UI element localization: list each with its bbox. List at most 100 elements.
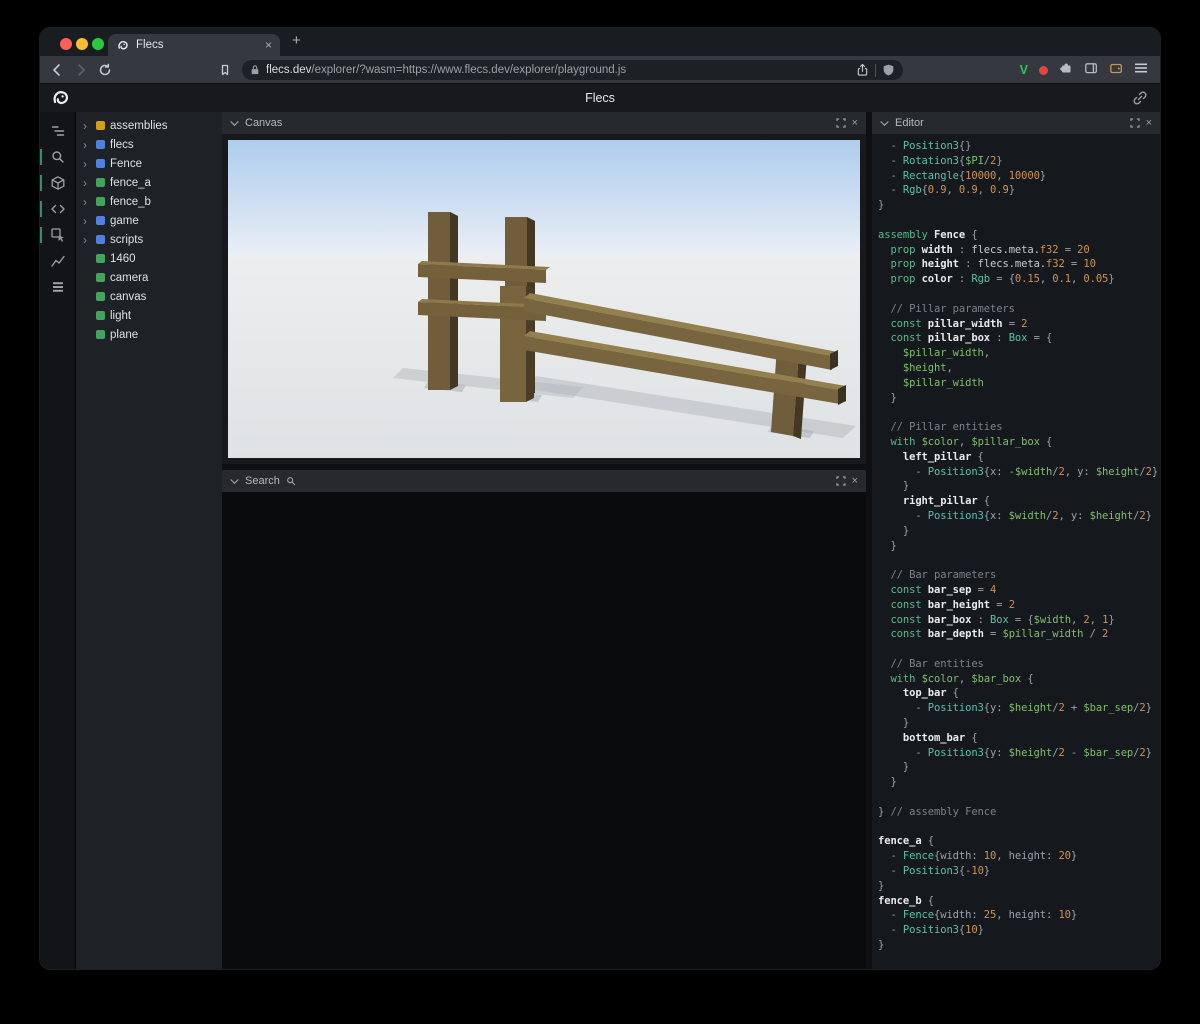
- code-line: - Fence{width: 10, height: 20}: [878, 850, 1078, 863]
- wallet-icon[interactable]: [1109, 61, 1123, 80]
- chevron-right-icon[interactable]: ›: [83, 215, 91, 227]
- tree-item-canvas[interactable]: canvas: [76, 287, 222, 306]
- menu-icon[interactable]: [1134, 61, 1148, 79]
- tab-title: Flecs: [136, 39, 164, 51]
- code-line: - Position3{}: [878, 140, 972, 152]
- chevron-down-icon[interactable]: [880, 120, 889, 127]
- code-line: const bar_depth = $pillar_width / 2: [890, 628, 1109, 641]
- tree-item-label: Fence: [110, 157, 142, 170]
- tree-item-fence_a[interactable]: › fence_a: [76, 173, 222, 192]
- app-content: › assemblies › flecs › Fence › fence_a › fence_b ›…: [40, 112, 1160, 969]
- tree-item-scripts[interactable]: › scripts: [76, 230, 222, 249]
- canvas-panel-body: [222, 134, 866, 464]
- chevron-right-icon[interactable]: ›: [83, 120, 91, 132]
- tree-item-label: plane: [110, 328, 139, 341]
- code-line: // Pillar parameters: [878, 302, 1015, 315]
- code-line: }: [878, 539, 897, 552]
- record-dot-icon[interactable]: [1039, 65, 1048, 75]
- chart-icon[interactable]: [40, 248, 76, 274]
- code-line: }: [878, 199, 885, 212]
- editor-panel-header: Editor ×: [872, 112, 1160, 134]
- tab-flecs[interactable]: Flecs ×: [108, 34, 280, 56]
- browser-window: Flecs × + flecs.dev/explorer/?wasm=https…: [40, 28, 1160, 969]
- tree-item-1460[interactable]: 1460: [76, 249, 222, 268]
- code-line: $pillar_width,: [902, 347, 991, 360]
- chevron-right-icon[interactable]: ›: [83, 196, 91, 208]
- chevron-down-icon[interactable]: [230, 478, 239, 485]
- fullscreen-icon[interactable]: [835, 118, 846, 128]
- code-line: top_bar {: [902, 687, 959, 700]
- tab-close-icon[interactable]: ×: [265, 39, 272, 51]
- entity-color-square: [96, 178, 105, 187]
- window-close-button[interactable]: [60, 38, 72, 50]
- toolbar-extensions: V: [1020, 60, 1148, 80]
- forward-button[interactable]: [72, 61, 90, 79]
- fullscreen-icon[interactable]: [1129, 118, 1140, 128]
- extensions-puzzle-icon[interactable]: [1059, 61, 1073, 80]
- chevron-right-icon[interactable]: ›: [83, 177, 91, 189]
- memory-icon[interactable]: [40, 274, 76, 300]
- tree-item-label: fence_a: [110, 176, 151, 189]
- code-line: fence_b {: [878, 894, 935, 907]
- tree-item-camera[interactable]: camera: [76, 268, 222, 287]
- code-line: }: [878, 717, 910, 730]
- tree-item-assemblies[interactable]: › assemblies: [76, 116, 222, 135]
- share-icon[interactable]: [856, 63, 869, 77]
- chevron-right-icon[interactable]: ›: [83, 234, 91, 246]
- chevron-down-icon[interactable]: [230, 120, 239, 127]
- shield-icon[interactable]: [882, 63, 895, 77]
- tree-item-game[interactable]: › game: [76, 211, 222, 230]
- window-zoom-button[interactable]: [92, 38, 104, 50]
- code-line: const bar_sep = 4: [890, 583, 997, 596]
- code-line: // Bar parameters: [878, 569, 997, 582]
- share-link-icon[interactable]: [1132, 90, 1148, 111]
- search-icon[interactable]: [40, 144, 76, 170]
- editor-panel-title: Editor: [895, 117, 924, 129]
- chevron-right-icon[interactable]: ›: [83, 139, 91, 151]
- code-line: - Position3{-10}: [878, 865, 991, 878]
- close-icon[interactable]: ×: [852, 117, 858, 129]
- tree-item-fence_b[interactable]: › fence_b: [76, 192, 222, 211]
- code-line: fence_a {: [878, 835, 935, 848]
- left-toolbar: [40, 112, 76, 969]
- tree-item-label: fence_b: [110, 195, 151, 208]
- tree-item-light[interactable]: light: [76, 306, 222, 325]
- canvas-3d-view[interactable]: [228, 140, 860, 458]
- v-extension-icon[interactable]: V: [1020, 63, 1028, 77]
- code-line: - Position3{y: $height/2 + $bar_sep/2}: [878, 702, 1152, 715]
- entity-color-square: [96, 235, 105, 244]
- cube-icon[interactable]: [40, 170, 76, 196]
- window-minimize-button[interactable]: [76, 38, 88, 50]
- code-icon[interactable]: [40, 196, 76, 222]
- bookmark-icon[interactable]: [216, 61, 234, 79]
- code-line: $height,: [902, 361, 953, 374]
- tree-item-plane[interactable]: plane: [76, 325, 222, 344]
- new-tab-button[interactable]: +: [292, 32, 301, 49]
- reload-button[interactable]: [96, 61, 114, 79]
- outliner-icon[interactable]: [40, 118, 76, 144]
- chevron-right-icon[interactable]: ›: [83, 158, 91, 170]
- code-line: prop height : flecs.meta.f32 = 10: [890, 258, 1096, 271]
- code-line: }: [878, 480, 910, 493]
- close-icon[interactable]: ×: [852, 475, 858, 487]
- close-icon[interactable]: ×: [1146, 117, 1152, 129]
- tree-item-flecs[interactable]: › flecs: [76, 135, 222, 154]
- code-line: // Pillar entities: [878, 421, 1003, 434]
- code-line: - Fence{width: 25, height: 10}: [878, 909, 1078, 922]
- tree-item-Fence[interactable]: › Fence: [76, 154, 222, 173]
- code-editor[interactable]: - Position3{} - Rotation3{$PI/2} - Recta…: [872, 134, 1160, 969]
- inspect-icon[interactable]: [40, 222, 76, 248]
- flecs-favicon: [118, 40, 128, 49]
- back-button[interactable]: [48, 61, 66, 79]
- sidebar-panel-icon[interactable]: [1084, 61, 1098, 80]
- tree-item-label: assemblies: [110, 119, 168, 132]
- fullscreen-icon[interactable]: [835, 476, 846, 486]
- url-domain: flecs.dev: [266, 64, 312, 76]
- code-line: - Rgb{0.9, 0.9, 0.9}: [878, 184, 1015, 197]
- code-line: - Position3{10}: [878, 924, 984, 937]
- address-bar[interactable]: flecs.dev/explorer/?wasm=https://www.fle…: [242, 60, 903, 80]
- code-line: // Bar entities: [878, 657, 984, 670]
- code-line: bottom_bar {: [902, 731, 978, 744]
